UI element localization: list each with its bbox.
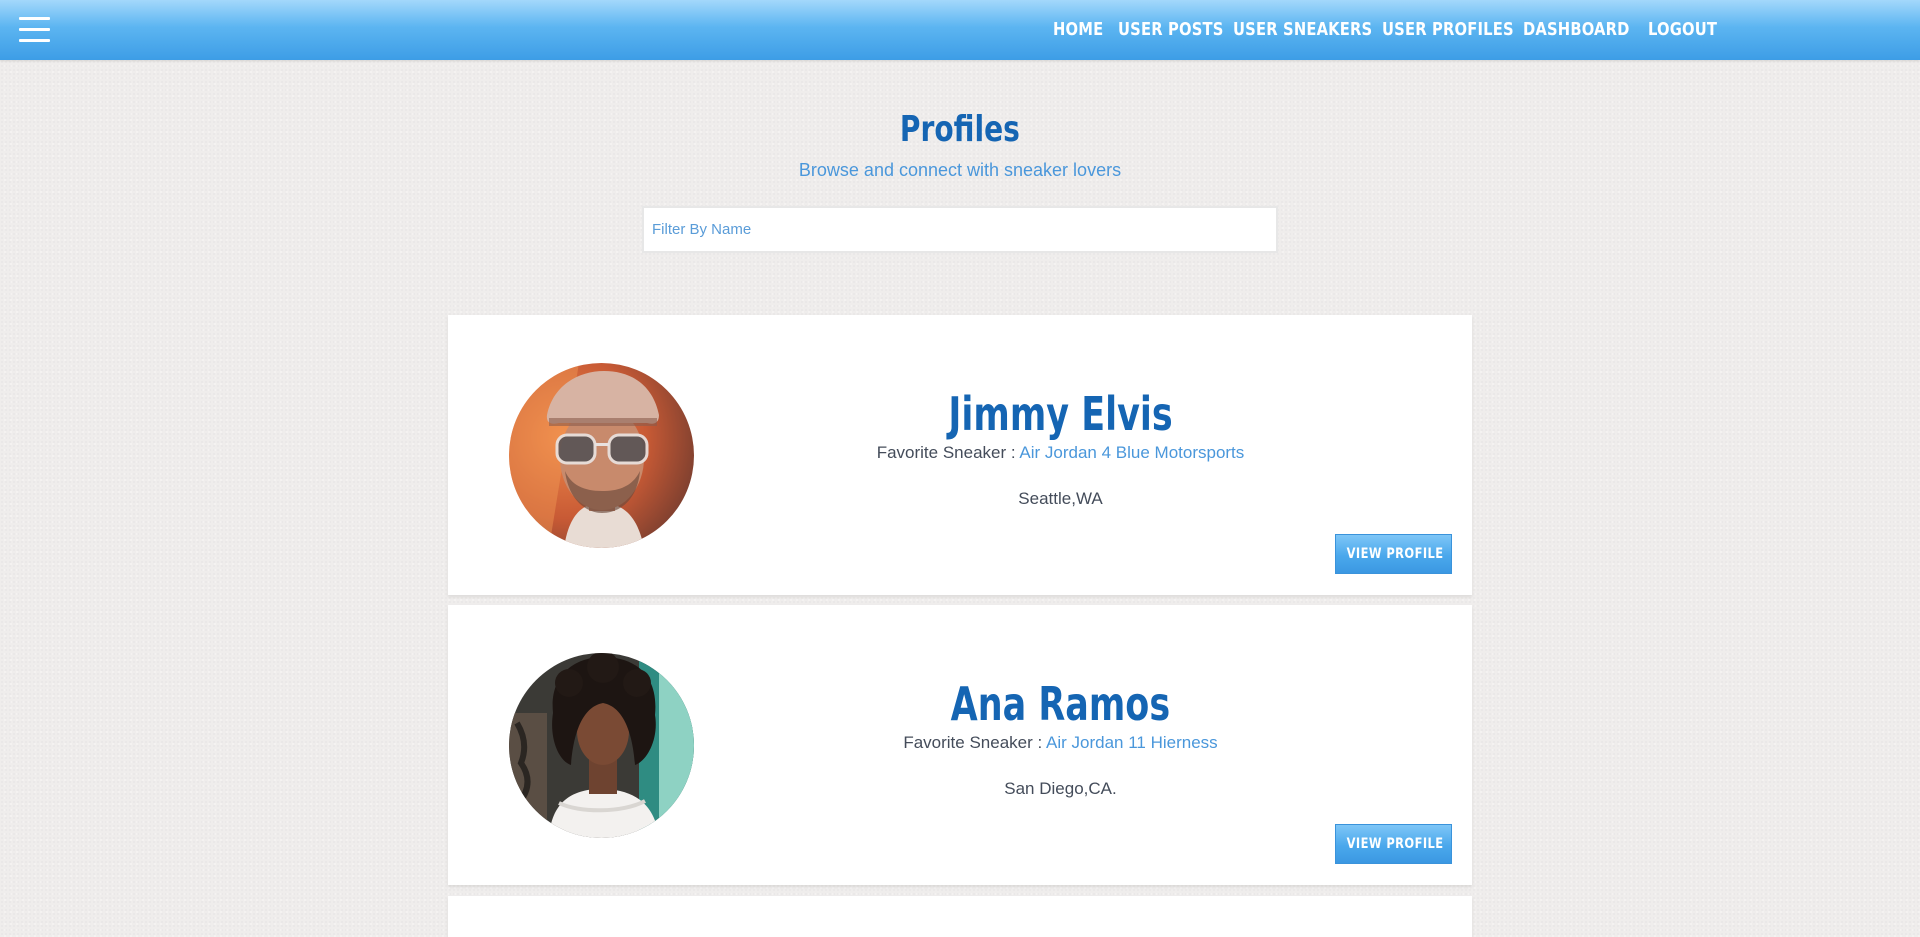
page-title: Profiles [900, 109, 1020, 150]
filter-by-name-input[interactable] [642, 206, 1278, 253]
profile-location: San Diego,CA. [1004, 779, 1117, 798]
nav-link-dashboard[interactable]: Dashboard [1523, 0, 1630, 60]
nav-link-user-profiles[interactable]: User Profiles [1382, 0, 1514, 60]
profile-location: Seattle,WA [1018, 489, 1103, 508]
favorite-sneaker-label: Favorite Sneaker : [903, 733, 1043, 752]
page-subtitle: Browse and connect with sneaker lovers [798, 160, 1122, 180]
filter-container [642, 206, 1278, 253]
favorite-sneaker-value: Air Jordan 4 Blue Motorsports [1019, 443, 1245, 462]
nav-link-logout[interactable]: Logout [1648, 0, 1717, 60]
profile-card: Ana Ramos Favorite Sneaker : Air Jordan … [448, 605, 1472, 885]
favorite-sneaker-label: Favorite Sneaker : [876, 443, 1016, 462]
hamburger-menu-icon[interactable] [19, 17, 50, 42]
profile-avatar [509, 363, 694, 548]
profile-name[interactable]: Jimmy Elvis [948, 387, 1172, 441]
favorite-sneaker-value: Air Jordan 11 Hierness [1046, 733, 1218, 752]
page-header: Profiles Browse and connect with sneaker… [0, 104, 1920, 184]
view-profile-button-label: View Profile [1346, 546, 1444, 562]
profile-name[interactable]: Ana Ramos [951, 677, 1170, 731]
favorite-sneaker-line: Favorite Sneaker : Air Jordan 4 Blue Mot… [848, 441, 1273, 465]
profile-info: Ana Ramos Favorite Sneaker : Air Jordan … [848, 677, 1273, 801]
top-nav-bar: Home User Posts User Sneakers User Profi… [0, 0, 1920, 60]
favorite-sneaker-line: Favorite Sneaker : Air Jordan 11 Hiernes… [848, 731, 1273, 755]
profile-card: Jimmy Elvis Favorite Sneaker : Air Jorda… [448, 315, 1472, 595]
view-profile-button[interactable]: View Profile [1335, 534, 1452, 574]
profile-card [448, 896, 1472, 937]
nav-link-user-posts[interactable]: User Posts [1118, 0, 1224, 60]
nav-link-user-sneakers[interactable]: User Sneakers [1233, 0, 1372, 60]
view-profile-button-label: View Profile [1346, 836, 1444, 852]
nav-link-home[interactable]: Home [1053, 0, 1103, 60]
view-profile-button[interactable]: View Profile [1335, 824, 1452, 864]
profile-info: Jimmy Elvis Favorite Sneaker : Air Jorda… [848, 387, 1273, 511]
profile-avatar [509, 653, 694, 838]
